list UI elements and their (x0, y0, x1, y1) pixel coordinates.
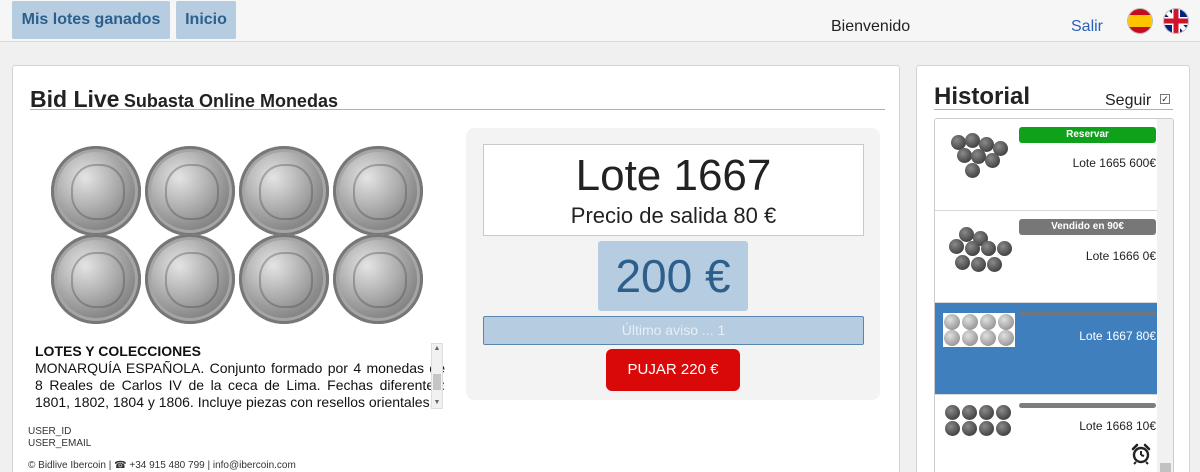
lot-description[interactable]: LOTES Y COLECCIONES MONARQUÍA ESPAÑOLA. … (35, 343, 445, 411)
coin-image (333, 146, 423, 236)
top-bar: Mis lotes ganados Inicio Bienvenido Sali… (0, 0, 1200, 42)
title-divider (30, 109, 885, 110)
coin-thumb (944, 330, 960, 346)
history-divider (934, 109, 1173, 110)
lot-thumbnail (945, 405, 1015, 455)
coin-thumb (965, 163, 980, 178)
history-scrollbar[interactable] (1157, 119, 1173, 472)
history-item-current[interactable]: Lote 1667 80€ (935, 303, 1157, 395)
starting-price: Precio de salida 80 € (570, 203, 777, 228)
coin-thumb (981, 241, 996, 256)
history-lot-line: Lote 1668 10€ (1079, 419, 1156, 433)
spanish-flag-icon[interactable] (1128, 9, 1152, 33)
uk-flag-icon[interactable] (1164, 9, 1188, 33)
history-panel: Historial Seguir ✓ Reservar Lote 1665 60… (916, 65, 1190, 472)
coin-thumb (962, 421, 977, 436)
history-lot-line: Lote 1665 600€ (1072, 156, 1156, 170)
history-item[interactable]: Reservar Lote 1665 600€ (935, 119, 1157, 211)
lot-thumbnail (945, 131, 1015, 181)
coin-image (333, 234, 423, 324)
coin-thumb (944, 314, 960, 330)
coin-thumb (980, 330, 996, 346)
history-title: Historial (934, 83, 1031, 110)
coin-thumb (965, 133, 980, 148)
scroll-up-icon[interactable]: ▲ (432, 344, 442, 354)
tab-mis-lotes-ganados[interactable]: Mis lotes ganados (12, 1, 170, 39)
bid-button[interactable]: PUJAR 220 € (606, 349, 740, 391)
coin-thumb (980, 314, 996, 330)
follow-checkbox[interactable]: ✓ (1160, 94, 1170, 104)
lot-number: Lote 1667 (575, 151, 772, 200)
auction-status: Último aviso ... 1 (483, 316, 864, 345)
coin-thumb (957, 148, 972, 163)
history-item[interactable]: Lote 1668 10€ (935, 395, 1157, 472)
coin-image (239, 146, 329, 236)
lot-category: LOTES Y COLECCIONES (35, 343, 201, 359)
status-bar (1019, 311, 1156, 316)
coin-thumb (996, 405, 1011, 420)
lot-thumbnail (943, 313, 1015, 347)
coin-thumb (962, 330, 978, 346)
history-lot-line: Lote 1667 80€ (1079, 329, 1156, 343)
coin-thumb (998, 314, 1014, 330)
current-bid: 200 € (598, 241, 748, 311)
coin-thumb (965, 241, 980, 256)
coin-thumb (955, 255, 970, 270)
status-badge: Reservar (1019, 127, 1156, 143)
coin-thumb (945, 405, 960, 420)
coin-thumb (979, 405, 994, 420)
coin-thumb (987, 257, 1002, 272)
tab-inicio[interactable]: Inicio (176, 1, 236, 39)
history-item[interactable]: Vendido en 90€ Lote 1666 0€ (935, 211, 1157, 303)
status-bar (1019, 403, 1156, 408)
coin-thumb (998, 330, 1014, 346)
auction-panel: Bid Live Subasta Online Monedas LOTES Y … (12, 65, 900, 472)
coin-thumb (962, 314, 978, 330)
history-lot-line: Lote 1666 0€ (1085, 249, 1156, 263)
lot-image (51, 146, 423, 326)
coin-image (239, 234, 329, 324)
user-id: USER_ID (28, 426, 72, 437)
description-scrollbar[interactable]: ▲ ▼ (431, 343, 443, 409)
alarm-clock-icon (1131, 443, 1151, 465)
coin-thumb (945, 421, 960, 436)
coin-thumb (949, 239, 964, 254)
coin-thumb (962, 405, 977, 420)
lot-thumbnail (945, 227, 1015, 277)
user-info: USER_ID USER_EMAIL (28, 426, 91, 450)
coin-thumb (979, 421, 994, 436)
coin-thumb (996, 421, 1011, 436)
footer: © Bidlive Ibercoin | ☎ +34 915 480 799 |… (28, 460, 296, 471)
coin-image (51, 146, 141, 236)
title-sub: Subasta Online Monedas (123, 91, 338, 111)
follow-label: Seguir (1105, 92, 1152, 109)
coin-thumb (997, 241, 1012, 256)
scroll-down-icon[interactable]: ▼ (432, 398, 442, 408)
coin-image (51, 234, 141, 324)
scroll-thumb[interactable] (1160, 463, 1171, 472)
bid-box: Lote 1667 Precio de salida 80 € 200 € Úl… (466, 128, 880, 400)
history-list: Reservar Lote 1665 600€ Vendido en 90€ L… (934, 118, 1174, 472)
lot-card: Lote 1667 Precio de salida 80 € (483, 144, 864, 236)
welcome-text: Bienvenido (831, 18, 911, 35)
coin-thumb (985, 153, 1000, 168)
status-badge: Vendido en 90€ (1019, 219, 1156, 235)
user-email: USER_EMAIL (28, 438, 92, 449)
coin-thumb (971, 257, 986, 272)
coin-thumb (971, 149, 986, 164)
logout-link[interactable]: Salir (1071, 18, 1103, 36)
coin-image (145, 234, 235, 324)
scroll-thumb[interactable] (433, 374, 441, 390)
coin-image (145, 146, 235, 236)
lot-description-text: MONARQUÍA ESPAÑOLA. Conjunto formado por… (35, 360, 445, 410)
